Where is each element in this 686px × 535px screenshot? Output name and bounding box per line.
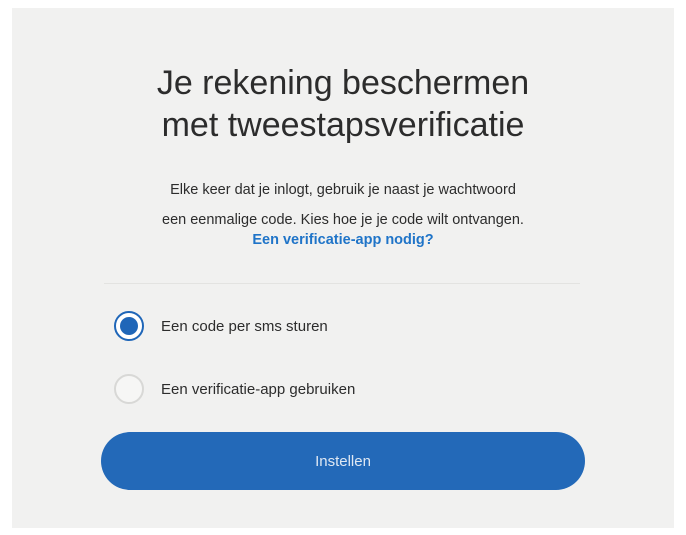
description: Elke keer dat je inlogt, gebruik je naas…	[0, 175, 686, 235]
description-line-2: een eenmalige code. Kies hoe je je code …	[162, 212, 524, 228]
page-title-line-1: Je rekening beschermen	[156, 64, 530, 102]
authenticator-radio-button[interactable]	[114, 374, 144, 404]
description-line-1: Elke keer dat je inlogt, gebruik je naas…	[170, 182, 516, 198]
verification-app-help-link[interactable]: Een verificatie-app nodig?	[0, 232, 686, 248]
option-sms-code[interactable]: Een code per sms sturen	[114, 308, 328, 344]
sms-option-label: Een code per sms sturen	[161, 317, 328, 335]
divider	[104, 283, 580, 284]
radio-selected-dot	[120, 317, 138, 335]
sms-radio-button[interactable]	[114, 311, 144, 341]
option-authenticator-app[interactable]: Een verificatie-app gebruiken	[114, 371, 355, 407]
page-title: Je rekening beschermen met tweestapsveri…	[0, 62, 686, 146]
setup-button[interactable]: Instellen	[101, 432, 585, 490]
authenticator-option-label: Een verificatie-app gebruiken	[161, 380, 356, 398]
page-title-line-2: met tweestapsverificatie	[161, 106, 525, 144]
